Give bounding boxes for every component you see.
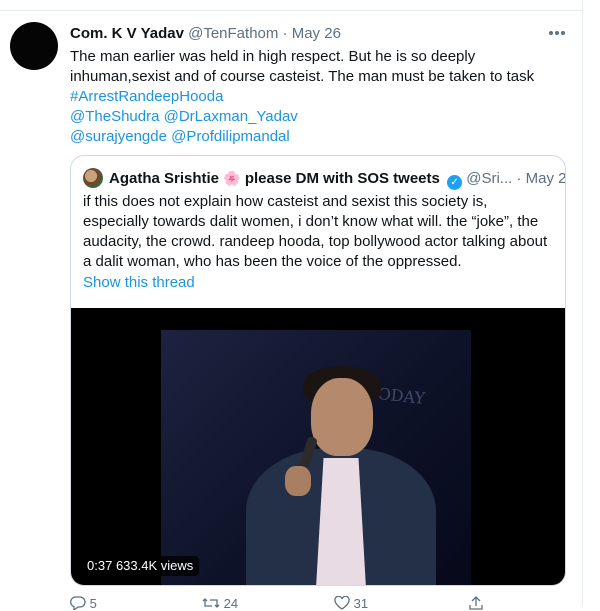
quoted-avatar[interactable] <box>83 168 103 188</box>
quoted-handle[interactable]: @Sri... <box>466 170 512 187</box>
heart-icon <box>334 595 350 611</box>
mentions-line-2[interactable]: @surajyengde @Profdilipmandal <box>70 127 570 147</box>
person-head <box>311 378 373 456</box>
tweet-body: The man earlier was held in high respect… <box>70 48 535 85</box>
author-name[interactable]: Com. K V Yadav <box>70 25 184 42</box>
show-thread-link[interactable]: Show this thread <box>83 273 195 293</box>
like-button[interactable]: 31 <box>334 595 369 611</box>
tweet-header: Com. K V Yadav @TenFathom · May 26 <box>70 24 341 44</box>
tweet-date[interactable]: May 26 <box>292 25 341 42</box>
reply-icon <box>70 596 86 611</box>
reply-count: 5 <box>89 596 97 611</box>
flower-emoji: 🌸 <box>223 170 241 186</box>
quoted-text: if this does not explain how casteist an… <box>83 193 548 270</box>
video-player[interactable]: INDIA TODAY 0:37 633.4K views <box>71 308 565 585</box>
quoted-tweet[interactable]: Agatha Srishtie 🌸 please DM with SOS twe… <box>70 155 566 586</box>
verified-badge-icon: ✓ <box>447 175 463 190</box>
video-views: 633.4K views <box>115 558 194 573</box>
share-icon <box>468 596 484 611</box>
hashtag-link[interactable]: #ArrestRandeepHooda <box>70 87 570 107</box>
separator: · <box>282 25 288 42</box>
author-handle[interactable]: @TenFathom <box>188 25 278 42</box>
like-count: 31 <box>353 596 369 611</box>
video-stats: 0:37 633.4K views <box>81 556 200 576</box>
mentions-line-1[interactable]: @TheShudra @DrLaxman_Yadav <box>70 107 570 127</box>
share-button[interactable] <box>468 596 484 611</box>
video-duration: 0:37 <box>87 558 113 573</box>
retweet-count: 24 <box>223 596 239 611</box>
quoted-date[interactable]: May 25 <box>526 170 565 187</box>
quoted-author-name[interactable]: Agatha Srishtie <box>109 170 219 187</box>
more-icon[interactable] <box>548 24 566 40</box>
tweet[interactable]: Com. K V Yadav @TenFathom · May 26 The m… <box>0 0 583 611</box>
person-shirt <box>316 458 366 585</box>
quoted-header: Agatha Srishtie 🌸 please DM with SOS twe… <box>109 168 565 190</box>
separator: · <box>516 170 522 187</box>
person-hand <box>285 466 311 496</box>
tweet-text: The man earlier was held in high respect… <box>70 47 570 147</box>
avatar[interactable] <box>10 22 58 70</box>
divider <box>0 10 582 11</box>
retweet-button[interactable]: 24 <box>202 596 238 611</box>
reply-button[interactable]: 5 <box>70 596 97 611</box>
action-bar: 5 24 31 <box>70 595 510 611</box>
retweet-icon <box>202 596 220 611</box>
quoted-author-suffix[interactable]: please DM with SOS tweets <box>245 170 440 187</box>
